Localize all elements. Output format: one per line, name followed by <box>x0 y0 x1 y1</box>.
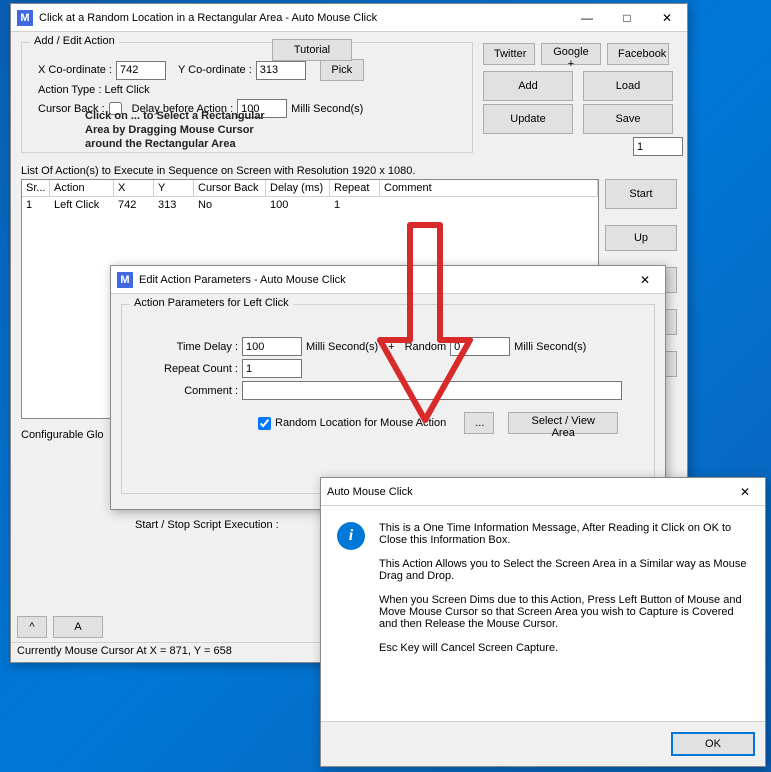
caret-button[interactable]: ^ <box>17 616 47 638</box>
info-p1: This is a One Time Information Message, … <box>379 522 749 546</box>
xcoord-label: X Co-ordinate : <box>38 64 112 76</box>
configurable-label: Configurable Glo <box>21 429 104 441</box>
select-view-area-button[interactable]: Select / View Area <box>508 412 618 434</box>
info-p2: This Action Allows you to Select the Scr… <box>379 558 749 582</box>
pick-button[interactable]: Pick <box>320 59 364 81</box>
random-label: Random <box>405 341 447 353</box>
google-button[interactable]: Google + <box>541 43 601 65</box>
maximize-button[interactable]: □ <box>607 5 647 31</box>
close-button[interactable]: ✕ <box>647 5 687 31</box>
time-delay-unit: Milli Second(s) <box>306 341 378 353</box>
repeat-label: Repeat Count : <box>158 363 238 375</box>
info-p3: When you Screen Dims due to this Action,… <box>379 594 749 630</box>
action-type-label: Action Type : Left Click <box>38 84 150 96</box>
info-icon: i <box>337 522 365 550</box>
save-button[interactable]: Save <box>583 104 673 134</box>
random-location-label: Random Location for Mouse Action <box>275 417 446 429</box>
a-button[interactable]: A <box>53 616 103 638</box>
info-titlebar: Auto Mouse Click ✕ <box>321 478 765 506</box>
edit-close-button[interactable]: ✕ <box>625 267 665 293</box>
edit-title: Edit Action Parameters - Auto Mouse Clic… <box>139 274 346 286</box>
random-unit: Milli Second(s) <box>514 341 586 353</box>
facebook-button[interactable]: Facebook <box>607 43 669 65</box>
cursor-back-checkbox[interactable] <box>109 102 122 115</box>
ellipsis-button[interactable]: ... <box>464 412 494 434</box>
ok-button[interactable]: OK <box>671 732 755 756</box>
comment-label: Comment : <box>158 385 238 397</box>
add-edit-title: Add / Edit Action <box>30 35 119 47</box>
main-title: Click at a Random Location in a Rectangu… <box>39 12 377 24</box>
info-close-button[interactable]: ✕ <box>725 479 765 505</box>
random-location-checkbox[interactable] <box>258 417 271 430</box>
up-button[interactable]: Up <box>605 225 677 251</box>
twitter-button[interactable]: Twitter <box>483 43 535 65</box>
comment-input[interactable] <box>242 381 622 400</box>
load-button[interactable]: Load <box>583 71 673 101</box>
start-stop-label: Start / Stop Script Execution : <box>135 519 279 531</box>
ycoord-input[interactable] <box>256 61 306 80</box>
random-input[interactable] <box>450 337 510 356</box>
edit-titlebar: M Edit Action Parameters - Auto Mouse Cl… <box>111 266 665 294</box>
ycoord-label: Y Co-ordinate : <box>178 64 252 76</box>
list-label: List Of Action(s) to Execute in Sequence… <box>21 165 677 177</box>
app-icon: M <box>117 272 133 288</box>
time-delay-input[interactable] <box>242 337 302 356</box>
app-icon: M <box>17 10 33 26</box>
delay-label: Delay before Action : <box>132 103 234 115</box>
table-header: Sr... Action X Y Cursor Back Delay (ms) … <box>22 180 598 197</box>
info-title: Auto Mouse Click <box>327 486 413 498</box>
time-delay-label: Time Delay : <box>158 341 238 353</box>
update-button[interactable]: Update <box>483 104 573 134</box>
repeat-input-side[interactable] <box>633 137 683 156</box>
plus-label: + <box>388 341 394 353</box>
start-button[interactable]: Start <box>605 179 677 209</box>
delay-input[interactable] <box>237 99 287 118</box>
info-p4: Esc Key will Cancel Screen Capture. <box>379 642 749 654</box>
repeat-input[interactable] <box>242 359 302 378</box>
delay-unit: Milli Second(s) <box>291 103 363 115</box>
xcoord-input[interactable] <box>116 61 166 80</box>
tutorial-button[interactable]: Tutorial <box>272 39 352 61</box>
table-row[interactable]: 1 Left Click 742 313 No 100 1 <box>22 197 598 213</box>
main-titlebar: M Click at a Random Location in a Rectan… <box>11 4 687 32</box>
edit-group-title: Action Parameters for Left Click <box>130 297 293 309</box>
cursor-back-label: Cursor Back : <box>38 103 105 115</box>
add-button[interactable]: Add <box>483 71 573 101</box>
minimize-button[interactable]: — <box>567 5 607 31</box>
